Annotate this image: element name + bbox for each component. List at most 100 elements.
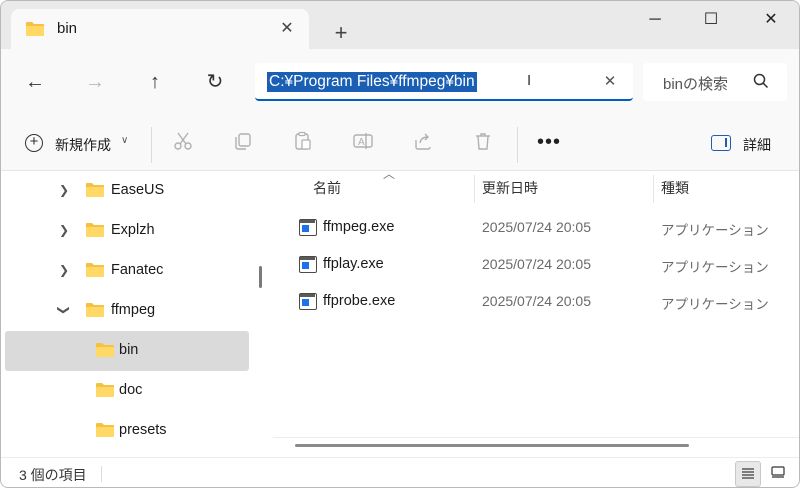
folder-icon — [95, 382, 115, 401]
file-name: ffmpeg.exe — [323, 219, 395, 235]
column-divider[interactable] — [653, 175, 654, 203]
new-button-label: 新規作成 — [55, 137, 111, 153]
file-row-ffplay[interactable]: ffplay.exe 2025/07/24 20:05 アプリケーション — [273, 246, 799, 282]
text-cursor-icon: I — [527, 72, 532, 89]
tree-item-easeus[interactable]: ❯ EaseUS — [5, 171, 249, 211]
address-row: ← → ↑ ↻ C:¥Program Files¥ffmpeg¥bin I ✕ … — [1, 49, 799, 115]
title-bar: bin ✕ + ─ ☐ ✕ — [1, 1, 799, 49]
toolbar-divider — [517, 127, 518, 163]
toolbar-divider — [151, 127, 152, 163]
search-icon[interactable] — [753, 73, 769, 92]
chevron-right-icon[interactable]: ❯ — [57, 222, 71, 238]
column-divider[interactable] — [474, 175, 475, 203]
sort-ascending-icon: ︿ — [383, 167, 396, 181]
folder-icon — [95, 422, 115, 441]
copy-icon[interactable] — [229, 131, 257, 159]
file-list: 名前 ︿ 更新日時 種類 ffmpeg.exe 2025/07/24 20:05… — [273, 167, 799, 457]
tab-bin[interactable]: bin ✕ — [11, 9, 309, 49]
address-input[interactable]: C:¥Program Files¥ffmpeg¥bin — [267, 72, 477, 92]
new-button[interactable]: + 新規作成 ∨ — [15, 127, 139, 161]
application-icon — [299, 256, 317, 273]
file-row-ffprobe[interactable]: ffprobe.exe 2025/07/24 20:05 アプリケーション — [273, 283, 799, 319]
details-label: 詳細 — [743, 137, 771, 153]
column-header-label: 種類 — [661, 180, 689, 196]
chevron-right-icon[interactable]: ❯ — [57, 262, 71, 278]
item-count: 3 個の項目 — [19, 467, 87, 483]
tiles-view-icon — [771, 466, 785, 478]
command-bar: + 新規作成 ∨ A ••• 詳細 — [1, 115, 799, 171]
file-type: アプリケーション — [661, 297, 769, 312]
minimize-button[interactable]: ─ — [625, 1, 685, 41]
maximize-button[interactable]: ☐ — [681, 1, 741, 41]
file-list-divider — [273, 437, 799, 438]
application-icon — [299, 293, 317, 310]
application-icon — [299, 219, 317, 236]
explorer-window: bin ✕ + ─ ☐ ✕ ← → ↑ ↻ C:¥Program Files¥f… — [0, 0, 800, 488]
folder-icon — [85, 182, 105, 201]
tree-item-label: doc — [119, 382, 143, 398]
file-date: 2025/07/24 20:05 — [482, 256, 591, 272]
navigation-pane: ❯ EaseUS ❯ Explzh ❯ Fanatec ❯ ffmpeg bin… — [1, 171, 271, 457]
folder-icon — [85, 262, 105, 281]
tree-item-doc[interactable]: doc — [5, 371, 249, 411]
column-header-name[interactable]: 名前 — [313, 171, 341, 205]
horizontal-scrollbar[interactable] — [295, 444, 689, 447]
column-header-label: 更新日時 — [482, 180, 538, 196]
delete-icon[interactable] — [469, 131, 497, 159]
cut-icon[interactable] — [169, 131, 197, 159]
refresh-button[interactable]: ↻ — [195, 63, 235, 101]
tree-item-label: EaseUS — [111, 182, 165, 198]
file-row-ffmpeg[interactable]: ffmpeg.exe 2025/07/24 20:05 アプリケーション — [273, 209, 799, 245]
chevron-right-icon[interactable]: ❯ — [57, 182, 71, 198]
navigation-scrollbar[interactable] — [259, 266, 262, 288]
column-header-label: 名前 — [313, 180, 341, 196]
file-type: アプリケーション — [661, 223, 769, 238]
status-bar: 3 個の項目 — [1, 457, 799, 487]
chevron-down-icon: ∨ — [121, 135, 129, 146]
plus-icon: + — [25, 134, 43, 152]
details-pane-icon — [711, 135, 731, 151]
address-bar[interactable]: C:¥Program Files¥ffmpeg¥bin I ✕ — [255, 63, 633, 101]
tree-item-ffmpeg[interactable]: ❯ ffmpeg — [5, 291, 249, 331]
tree-item-label: Explzh — [111, 222, 155, 238]
tree-item-presets[interactable]: presets — [5, 411, 249, 451]
up-button[interactable]: ↑ — [135, 63, 175, 101]
tree-item-bin[interactable]: bin — [5, 331, 249, 371]
details-pane-button[interactable]: 詳細 — [707, 129, 787, 159]
folder-icon — [95, 342, 115, 361]
column-header-type[interactable]: 種類 — [661, 171, 689, 205]
search-input[interactable]: binの検索 — [663, 73, 731, 94]
close-button[interactable]: ✕ — [741, 1, 799, 41]
tree-item-label: bin — [119, 342, 139, 358]
tree-item-label: Fanatec — [111, 262, 164, 278]
new-tab-button[interactable]: + — [327, 19, 355, 47]
file-date: 2025/07/24 20:05 — [482, 219, 591, 235]
status-divider — [101, 466, 102, 482]
paste-icon[interactable] — [289, 131, 317, 159]
details-view-button[interactable] — [735, 461, 761, 487]
tree-item-label: ffmpeg — [111, 302, 156, 318]
tab-close-icon[interactable]: ✕ — [275, 17, 299, 41]
list-view-icon — [742, 468, 754, 479]
back-button[interactable]: ← — [15, 63, 55, 101]
file-date: 2025/07/24 20:05 — [482, 293, 591, 309]
search-box[interactable]: binの検索 — [643, 63, 787, 101]
rename-icon[interactable]: A — [349, 131, 377, 159]
folder-icon — [25, 21, 45, 40]
folder-icon — [85, 302, 105, 321]
tree-item-label: presets — [119, 422, 167, 438]
large-icons-view-button[interactable] — [765, 461, 791, 487]
file-type: アプリケーション — [661, 260, 769, 275]
folder-icon — [85, 222, 105, 241]
tree-item-explzh[interactable]: ❯ Explzh — [5, 211, 249, 251]
tree-item-fanatec[interactable]: ❯ Fanatec — [5, 251, 249, 291]
share-icon[interactable] — [409, 131, 437, 159]
tab-label: bin — [57, 20, 78, 37]
more-options-button[interactable]: ••• — [535, 131, 563, 159]
forward-button[interactable]: → — [75, 63, 115, 101]
file-name: ffplay.exe — [323, 256, 384, 272]
chevron-down-icon[interactable]: ❯ — [56, 303, 72, 317]
file-name: ffprobe.exe — [323, 293, 396, 309]
clear-address-button[interactable]: ✕ — [599, 71, 621, 93]
column-header-date[interactable]: 更新日時 — [482, 171, 538, 205]
